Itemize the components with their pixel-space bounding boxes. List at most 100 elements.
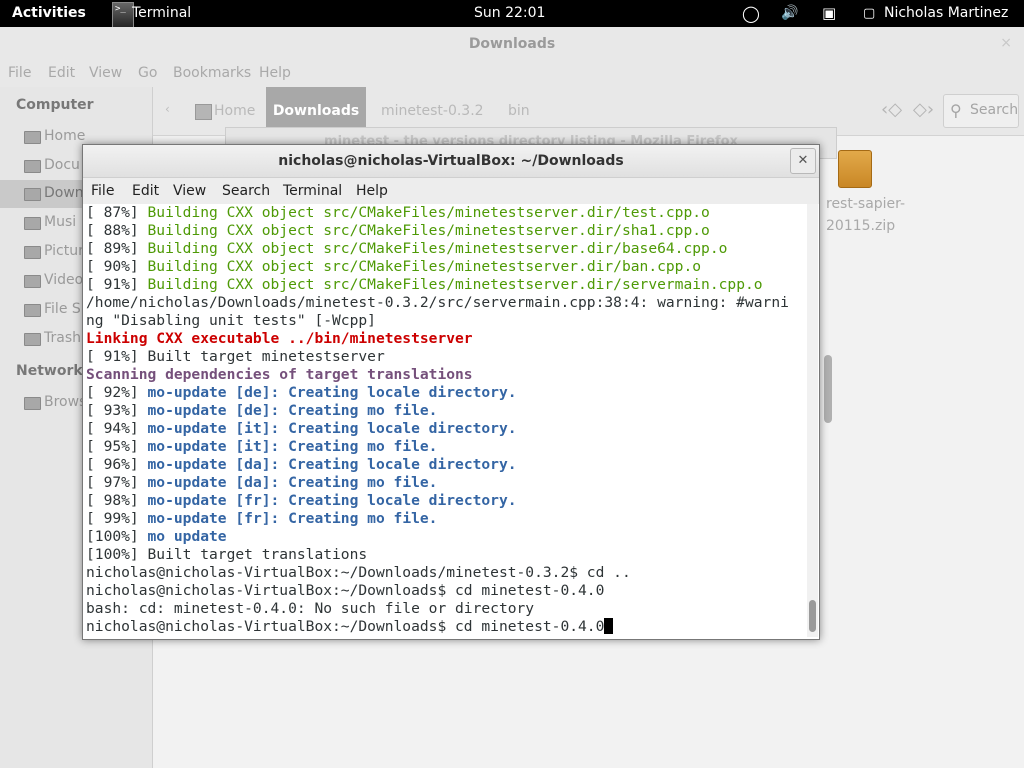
- terminal-line: [ 94%] mo-update [it]: Creating locale d…: [86, 420, 517, 438]
- terminal-line-prefix: [ 92%]: [86, 384, 148, 401]
- terminal-line-text: mo-update [fr]: Creating locale director…: [147, 492, 517, 509]
- terminal-menu-file[interactable]: File: [91, 183, 114, 199]
- terminal-window: nicholas@nicholas-VirtualBox: ~/Download…: [82, 144, 820, 640]
- terminal-line-text: mo-update [it]: Creating locale director…: [147, 420, 517, 437]
- sidebar-section-computer: Computer: [16, 97, 94, 113]
- folder-icon: [24, 275, 41, 288]
- terminal-line: Linking CXX executable ../bin/minetestse…: [86, 330, 473, 348]
- sidebar-item-label: Trash: [44, 330, 81, 346]
- terminal-line-prefix: [ 90%]: [86, 258, 148, 275]
- search-button[interactable]: ⚲ Search: [943, 94, 1019, 128]
- back-icon[interactable]: ‹◇: [881, 99, 902, 120]
- terminal-line: [100%] mo update: [86, 528, 227, 546]
- folder-icon: [24, 217, 41, 230]
- menu-go[interactable]: Go: [138, 65, 157, 81]
- terminal-line-prefix: [ 93%]: [86, 402, 148, 419]
- terminal-line: [ 87%] Building CXX object src/CMakeFile…: [86, 204, 710, 222]
- terminal-line-prefix: [ 95%]: [86, 438, 148, 455]
- sidebar-item-label: Video: [44, 272, 84, 288]
- trash-icon: [24, 333, 41, 346]
- terminal-scrollbar[interactable]: [807, 204, 818, 637]
- terminal-menu-bar: File Edit View Search Terminal Help: [83, 178, 819, 204]
- terminal-line-prefix: [ 96%]: [86, 456, 148, 473]
- user-status-icon[interactable]: ▢: [863, 0, 875, 27]
- terminal-menu-edit[interactable]: Edit: [132, 183, 159, 199]
- terminal-line: [ 96%] mo-update [da]: Creating locale d…: [86, 456, 517, 474]
- terminal-line-text: Building CXX object src/CMakeFiles/minet…: [147, 240, 728, 257]
- drive-icon: [24, 304, 41, 317]
- terminal-line-prefix: [ 87%]: [86, 204, 148, 221]
- terminal-output[interactable]: [ 87%] Building CXX object src/CMakeFile…: [84, 204, 806, 637]
- terminal-line-prefix: [ 94%]: [86, 420, 148, 437]
- terminal-line-text: mo-update [de]: Creating mo file.: [147, 402, 438, 419]
- accessibility-icon[interactable]: ◯: [742, 0, 760, 27]
- app-menu-label[interactable]: Terminal: [132, 0, 191, 27]
- terminal-line-text: mo-update [fr]: Creating mo file.: [147, 510, 438, 527]
- sidebar-item-label: Home: [44, 128, 86, 144]
- terminal-cursor: [604, 618, 614, 634]
- terminal-titlebar[interactable]: nicholas@nicholas-VirtualBox: ~/Download…: [83, 145, 819, 178]
- terminal-line-text: Building CXX object src/CMakeFiles/minet…: [147, 258, 702, 275]
- sidebar-item-label: Docu: [44, 157, 80, 173]
- zip-file-icon[interactable]: [838, 150, 872, 188]
- close-icon[interactable]: ×: [1000, 35, 1012, 51]
- top-bar: Activities >_ Terminal Sun 22:01 ◯ 🔊 ▣ ▢…: [0, 0, 1024, 29]
- terminal-line-prefix: [ 98%]: [86, 492, 148, 509]
- menu-view[interactable]: View: [89, 65, 122, 81]
- close-icon[interactable]: ✕: [790, 148, 816, 174]
- terminal-title: nicholas@nicholas-VirtualBox: ~/Download…: [278, 153, 624, 169]
- terminal-line-prefix: [ 88%]: [86, 222, 148, 239]
- path-scroll-left-icon[interactable]: ‹: [165, 102, 170, 116]
- terminal-menu-help[interactable]: Help: [356, 183, 388, 199]
- terminal-line-text: Building CXX object src/CMakeFiles/minet…: [147, 276, 763, 293]
- terminal-line: [ 92%] mo-update [de]: Creating locale d…: [86, 384, 517, 402]
- file-view-scrollbar[interactable]: [824, 355, 832, 423]
- terminal-line-text: mo-update [da]: Creating locale director…: [147, 456, 517, 473]
- terminal-line: [ 95%] mo-update [it]: Creating mo file.: [86, 438, 437, 456]
- terminal-scrollbar-thumb[interactable]: [809, 600, 816, 632]
- menu-edit[interactable]: Edit: [48, 65, 75, 81]
- search-icon: ⚲: [950, 101, 962, 120]
- home-folder-icon: [195, 104, 212, 120]
- terminal-menu-search[interactable]: Search: [222, 183, 270, 199]
- terminal-line-text: Building CXX object src/CMakeFiles/minet…: [147, 204, 710, 221]
- menu-file[interactable]: File: [8, 65, 31, 81]
- terminal-line: Scanning dependencies of target translat…: [86, 366, 473, 384]
- terminal-line: [ 93%] mo-update [de]: Creating mo file.: [86, 402, 437, 420]
- menu-help[interactable]: Help: [259, 65, 291, 81]
- terminal-line-text: Building CXX object src/CMakeFiles/minet…: [147, 222, 710, 239]
- terminal-menu-terminal[interactable]: Terminal: [283, 183, 342, 199]
- terminal-line: [ 98%] mo-update [fr]: Creating locale d…: [86, 492, 517, 510]
- folder-icon: [24, 160, 41, 173]
- terminal-line: [ 89%] Building CXX object src/CMakeFile…: [86, 240, 727, 258]
- activities-button[interactable]: Activities: [12, 0, 86, 27]
- terminal-line-text: Linking CXX executable ../bin/minetestse…: [86, 330, 473, 347]
- clock[interactable]: Sun 22:01: [474, 0, 545, 27]
- terminal-line: nicholas@nicholas-VirtualBox:~/Downloads…: [86, 564, 631, 582]
- terminal-line: [ 91%] Built target minetestserver: [86, 348, 385, 366]
- terminal-line: [100%] Built target translations: [86, 546, 367, 564]
- terminal-menu-view[interactable]: View: [173, 183, 206, 199]
- terminal-line-prefix: [100%]: [86, 528, 148, 545]
- menu-bar: File Edit View Go Bookmarks Help: [0, 61, 1024, 87]
- folder-icon: [24, 188, 41, 201]
- sidebar-item-label: Brows: [44, 394, 87, 410]
- terminal-line: [ 90%] Building CXX object src/CMakeFile…: [86, 258, 701, 276]
- terminal-line-text: Built target minetestserver: [147, 348, 385, 365]
- file-name[interactable]: rest-sapier-: [826, 196, 905, 212]
- terminal-line-text: bash: cd: minetest-0.4.0: No such file o…: [86, 600, 535, 617]
- user-menu[interactable]: Nicholas Martinez: [884, 0, 1008, 27]
- menu-bookmarks[interactable]: Bookmarks: [173, 65, 251, 81]
- sidebar-item-label: Musi: [44, 214, 77, 230]
- folder-icon: [24, 131, 41, 144]
- terminal-line-text: nicholas@nicholas-VirtualBox:~/Downloads…: [86, 618, 605, 635]
- terminal-line: nicholas@nicholas-VirtualBox:~/Downloads…: [86, 582, 604, 600]
- volume-icon[interactable]: 🔊: [781, 0, 798, 27]
- file-name[interactable]: 20115.zip: [826, 218, 895, 234]
- terminal-app-icon[interactable]: >_: [112, 2, 134, 29]
- forward-icon[interactable]: ◇›: [913, 99, 934, 120]
- terminal-line-prefix: [ 89%]: [86, 240, 148, 257]
- network-icon[interactable]: ▣: [822, 0, 836, 27]
- terminal-line-text: Scanning dependencies of target translat…: [86, 366, 473, 383]
- terminal-line-text: /home/nicholas/Downloads/minetest-0.3.2/…: [86, 294, 789, 311]
